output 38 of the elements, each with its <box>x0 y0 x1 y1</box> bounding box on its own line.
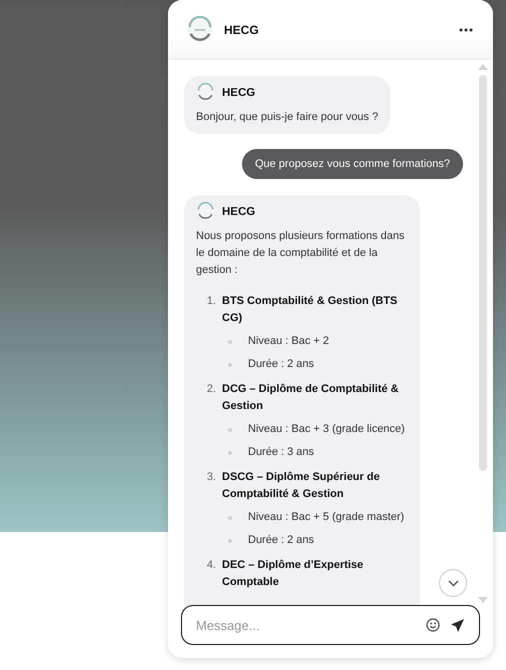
bullet-icon <box>228 428 232 432</box>
bullet-icon <box>228 538 232 542</box>
composer-box[interactable]: Message... <box>181 605 480 645</box>
program-title: DEC – Diplôme d’Expertise Comptable <box>222 558 364 590</box>
message-text: Bonjour, que puis-je faire pour vous ? <box>196 110 378 125</box>
program-detail: Durée : 2 ans <box>248 357 314 372</box>
scroll-down-icon[interactable] <box>478 597 488 603</box>
logo-icon <box>196 202 215 221</box>
program-detail: Niveau : Bac + 3 (grade licence) <box>248 422 405 437</box>
emoji-icon[interactable] <box>426 618 440 632</box>
logo-icon <box>196 83 215 102</box>
bullet-icon <box>228 362 232 366</box>
program-detail: Niveau : Bac + 5 (grade master) <box>248 510 404 525</box>
chat-title: HECG <box>224 22 260 36</box>
logo-icon <box>186 16 214 44</box>
message-text: Nous proposons plusieurs formations dans le domaine de la comptabilité et de la gestion : <box>196 229 406 278</box>
bullet-icon <box>228 516 232 520</box>
list-number: 2. <box>206 382 216 397</box>
list-number: 3. <box>206 470 216 485</box>
program-title: BTS Comptabilité & Gestion (BTS CG) <box>222 294 398 326</box>
program-detail: Durée : 3 ans <box>248 445 314 460</box>
send-icon[interactable] <box>450 618 465 632</box>
program-title: DCG – Diplôme de Comptabilité & Gestion <box>222 382 400 414</box>
program-detail: Niveau : Bac + 2 <box>248 334 330 349</box>
more-options-icon[interactable] <box>459 28 473 32</box>
message-input[interactable]: Message... <box>196 618 416 632</box>
scroll-up-icon[interactable] <box>478 64 488 70</box>
program-detail: Durée : 2 ans <box>248 533 314 548</box>
sender-name: HECG <box>222 86 256 98</box>
user-message: Que proposez vous comme formations? <box>242 149 463 179</box>
list-number: 4. <box>206 558 216 573</box>
bullet-icon <box>228 340 232 344</box>
chevron-down-icon <box>448 580 458 586</box>
list-number: 1. <box>206 294 216 309</box>
sender-name: HECG <box>222 206 256 218</box>
scroll-to-bottom-button[interactable] <box>439 569 467 597</box>
program-title: DSCG – Diplôme Supérieur de Comptabilité & Gestion <box>222 470 381 502</box>
bullet-icon <box>228 450 232 454</box>
